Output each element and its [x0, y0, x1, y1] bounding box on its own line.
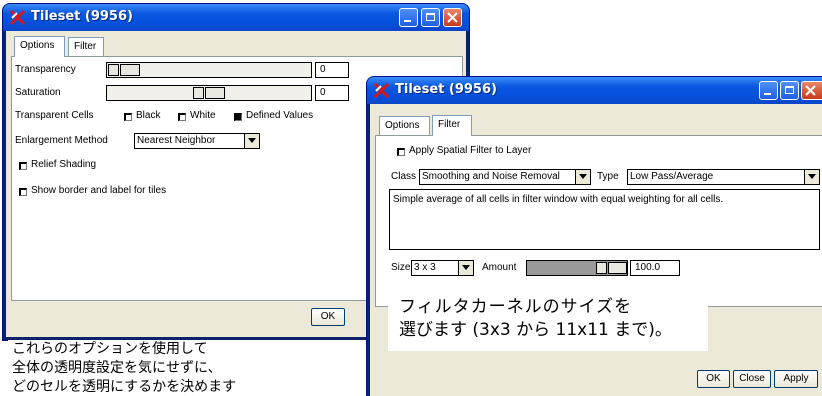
maximize-button[interactable] — [780, 81, 799, 100]
filter-annotation: フィルタカーネルのサイズを 選びます (3x3 から 11x11 まで)。 — [388, 293, 708, 351]
chevron-down-icon[interactable] — [575, 170, 590, 184]
class-dropdown[interactable]: Smoothing and Noise Removal — [419, 169, 591, 185]
maximize-button[interactable] — [421, 8, 440, 27]
close-icon — [805, 85, 816, 96]
chevron-down-icon[interactable] — [244, 134, 259, 148]
white-label: White — [190, 110, 216, 121]
enlargement-method-dropdown[interactable]: Nearest Neighbor — [134, 133, 260, 149]
options-annotation-line: これらのオプションを使用して — [12, 341, 208, 357]
show-border-label: Show border and label for tiles — [31, 185, 167, 196]
close-icon — [447, 12, 458, 23]
close-button[interactable] — [801, 81, 822, 100]
close-dialog-button[interactable]: Close — [733, 370, 771, 388]
filter-annotation-line: 選びます (3x3 から 11x11 まで)。 — [399, 320, 672, 340]
saturation-label: Saturation — [15, 87, 61, 98]
white-checkbox[interactable] — [178, 113, 186, 121]
minimize-button[interactable] — [759, 81, 778, 100]
minimize-icon — [404, 20, 411, 22]
window-title: Tileset (9956) — [395, 82, 497, 97]
class-value: Smoothing and Noise Removal — [422, 171, 560, 182]
show-border-checkbox[interactable] — [19, 188, 27, 196]
type-value: Low Pass/Average — [630, 171, 714, 182]
defined-values-label: Defined Values — [246, 110, 314, 121]
amount-slider[interactable] — [526, 260, 628, 276]
apply-filter-checkbox[interactable] — [397, 148, 405, 156]
ok-button[interactable]: OK — [311, 308, 345, 326]
tab-filter[interactable]: Filter — [432, 115, 472, 136]
type-label: Type — [597, 171, 619, 182]
transparency-value[interactable]: 0 — [315, 62, 349, 78]
slider-thumb[interactable] — [205, 87, 225, 99]
chevron-down-icon[interactable] — [804, 170, 819, 184]
type-dropdown[interactable]: Low Pass/Average — [627, 169, 820, 185]
size-dropdown[interactable]: 3 x 3 — [411, 260, 474, 276]
tab-filter[interactable]: Filter — [68, 37, 104, 56]
minimize-icon — [764, 93, 771, 95]
filter-annotation-line: フィルタカーネルのサイズを — [399, 297, 633, 317]
tab-options[interactable]: Options — [379, 116, 430, 135]
close-button[interactable] — [443, 8, 462, 27]
apply-button[interactable]: Apply — [774, 370, 818, 388]
amount-label: Amount — [482, 262, 517, 273]
chevron-down-icon[interactable] — [458, 261, 473, 275]
slider-thumb[interactable] — [596, 262, 607, 274]
black-label: Black — [136, 110, 161, 121]
filter-client: Options Filter Apply Spatial Filter to L… — [370, 104, 822, 396]
tab-options[interactable]: Options — [14, 36, 65, 57]
size-value: 3 x 3 — [414, 262, 436, 273]
enlargement-method-label: Enlargement Method — [15, 135, 108, 146]
app-icon — [9, 9, 26, 26]
filter-window: Tileset (9956) Options Filter Apply Spat… — [366, 76, 822, 396]
slider-thumb[interactable] — [608, 262, 627, 274]
title-bar[interactable]: Tileset (9956) — [3, 4, 469, 31]
saturation-slider[interactable] — [106, 85, 312, 101]
title-bar[interactable]: Tileset (9956) — [367, 77, 822, 104]
slider-thumb[interactable] — [108, 64, 119, 76]
apply-filter-label: Apply Spatial Filter to Layer — [409, 145, 532, 156]
ok-button[interactable]: OK — [697, 370, 730, 388]
defined-values-checkbox[interactable] — [234, 113, 242, 121]
slider-thumb[interactable] — [120, 64, 140, 76]
window-title: Tileset (9956) — [31, 9, 133, 24]
transparency-slider[interactable] — [106, 62, 312, 78]
slider-thumb[interactable] — [193, 87, 204, 99]
size-label: Size — [391, 262, 411, 273]
minimize-button[interactable] — [399, 8, 418, 27]
relief-shading-label: Relief Shading — [31, 159, 97, 170]
class-label: Class — [391, 171, 417, 182]
relief-shading-checkbox[interactable] — [19, 162, 27, 170]
saturation-value[interactable]: 0 — [315, 85, 349, 101]
options-annotation: これらのオプションを使用して 全体の透明度設定を気にせずに、 どのセルを透明にす… — [8, 340, 368, 396]
transparency-label: Transparency — [15, 64, 76, 75]
maximize-icon — [785, 86, 794, 94]
transparent-cells-label: Transparent Cells — [15, 110, 94, 121]
maximize-icon — [426, 13, 435, 21]
black-checkbox[interactable] — [124, 113, 132, 121]
filter-panel: Apply Spatial Filter to Layer Class Smoo… — [375, 135, 822, 307]
options-annotation-line: どのセルを透明にするかを決めます — [12, 379, 237, 395]
options-annotation-line: 全体の透明度設定を気にせずに、 — [12, 360, 222, 376]
filter-description: Simple average of all cells in filter wi… — [389, 189, 820, 250]
amount-value[interactable]: 100.0 — [630, 260, 680, 276]
app-icon — [373, 82, 390, 99]
enlargement-method-value: Nearest Neighbor — [137, 135, 216, 146]
